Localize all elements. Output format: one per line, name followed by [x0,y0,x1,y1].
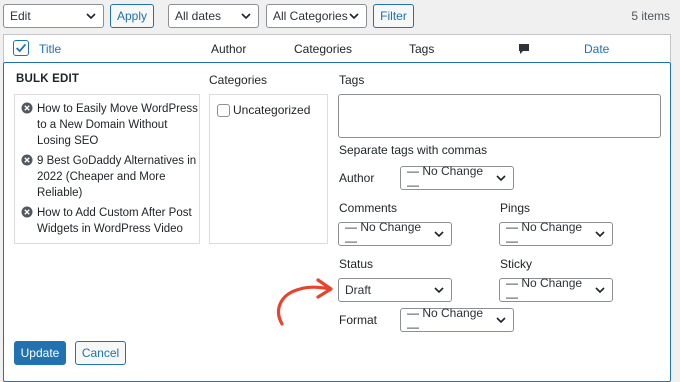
annotation-arrow-icon [277,278,333,326]
chevron-down-icon [595,287,605,294]
date-column-header[interactable]: Date [584,42,609,56]
author-select-value: — No Change — [407,164,484,192]
bulk-post-title: How to Easily Move WordPress to a New Do… [37,103,198,147]
comments-select[interactable]: — No Change — [338,220,452,248]
format-label: Format [339,313,378,327]
title-column-header[interactable]: Title [39,42,61,56]
categories-label: Categories [209,73,268,87]
checkmark-icon [16,43,27,53]
sticky-select-value: — No Change — [506,276,583,304]
chevron-down-icon [434,287,444,294]
chevron-down-icon [434,231,444,238]
pings-select-value: — No Change — [506,220,583,248]
dates-filter-value: All dates [175,9,222,23]
format-select[interactable]: — No Change — [400,306,514,334]
author-column-header: Author [211,42,247,56]
bulk-post-item: How to Easily Move WordPress to a New Do… [21,101,201,149]
author-label: Author [339,171,375,185]
chevron-down-icon [595,231,605,238]
bulk-post-item: How to Add Custom After Post Widgets in … [21,205,201,237]
author-select[interactable]: — No Change — [400,164,514,192]
bulk-post-title: How to Add Custom After Post Widgets in … [37,207,192,235]
bulk-post-item: 9 Best GoDaddy Alternatives in 2022 (Che… [21,153,201,201]
status-select[interactable]: Draft [338,278,452,302]
tags-help-text: Separate tags with commas [339,143,488,157]
category-checkbox[interactable] [217,104,230,117]
comment-bubble-icon[interactable] [518,43,530,55]
bulk-action-select[interactable]: Edit [3,4,104,28]
remove-circle-icon[interactable] [21,206,33,218]
bulk-edit-heading: BULK EDIT [16,73,80,85]
pings-select[interactable]: — No Change — [499,220,613,248]
sticky-select[interactable]: — No Change — [499,276,613,304]
chevron-down-icon [496,175,506,182]
format-select-value: — No Change — [407,306,484,334]
categories-filter-select[interactable]: All Categories [266,4,367,28]
remove-circle-icon[interactable] [21,154,33,166]
chevron-down-icon [241,13,251,20]
tags-label: Tags [339,73,365,87]
chevron-down-icon [86,13,96,20]
filter-button[interactable]: Filter [373,4,414,28]
status-label: Status [339,257,374,271]
categories-checklist: Uncategorized [209,94,328,244]
categories-filter-value: All Categories [273,9,348,23]
category-option-label: Uncategorized [233,103,311,117]
dates-filter-select[interactable]: All dates [168,4,259,28]
remove-circle-icon[interactable] [21,102,33,114]
sticky-label: Sticky [500,257,533,271]
bulk-posts-list: How to Easily Move WordPress to a New Do… [14,94,200,244]
items-count: 5 items [631,9,670,23]
bulk-post-title: 9 Best GoDaddy Alternatives in 2022 (Che… [37,155,197,199]
bulk-action-value: Edit [10,9,31,23]
apply-button[interactable]: Apply [110,4,154,28]
pings-label: Pings [500,201,531,215]
comments-label: Comments [339,201,398,215]
posts-table-header: Title Author Categories Tags Date [3,34,671,62]
chevron-down-icon [496,317,506,324]
comments-select-value: — No Change — [345,220,422,248]
select-all-checkbox[interactable] [13,40,29,56]
tags-textarea[interactable] [338,94,661,138]
chevron-down-icon [349,13,359,20]
cancel-button[interactable]: Cancel [75,341,126,365]
categories-column-header: Categories [294,42,353,56]
bulk-edit-panel: BULK EDIT How to Easily Move WordPress t… [3,62,671,382]
tags-column-header: Tags [409,42,435,56]
update-button[interactable]: Update [14,341,66,365]
status-select-value: Draft [345,283,372,297]
